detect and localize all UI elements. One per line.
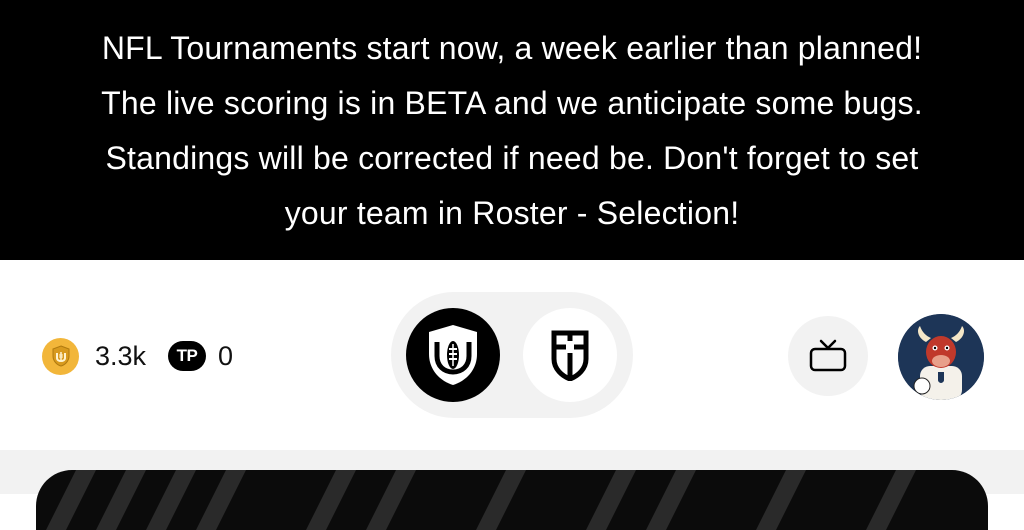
soccer-shield-icon bbox=[551, 330, 589, 381]
content-area bbox=[0, 450, 1024, 530]
top-bar: 3.3k TP 0 bbox=[0, 260, 1024, 450]
tp-balance: 0 bbox=[218, 340, 234, 371]
bull-mascot-avatar bbox=[898, 314, 984, 400]
football-mode-button[interactable] bbox=[406, 308, 500, 402]
tv-button[interactable] bbox=[788, 316, 868, 396]
announcement-line: NFL Tournaments start now, a week earlie… bbox=[101, 30, 923, 66]
shield-coin-icon bbox=[42, 337, 79, 375]
hero-card[interactable] bbox=[36, 470, 988, 530]
football-shield-icon bbox=[429, 325, 477, 385]
announcement-line: Standings will be corrected if need be. … bbox=[105, 140, 919, 176]
hero-pattern bbox=[46, 470, 916, 530]
tv-icon bbox=[809, 339, 847, 372]
soccer-mode-button[interactable] bbox=[523, 308, 617, 402]
announcement-banner: NFL Tournaments start now, a week earlie… bbox=[0, 0, 1024, 260]
announcement-line: The live scoring is in BETA and we antic… bbox=[101, 85, 923, 121]
coin-balance: 3.3k bbox=[95, 340, 147, 371]
user-avatar[interactable] bbox=[898, 314, 984, 400]
announcement-line: your team in Roster - Selection! bbox=[284, 195, 740, 231]
balance-display[interactable]: 3.3k TP 0 bbox=[42, 337, 234, 375]
sport-mode-switch bbox=[391, 292, 633, 418]
tp-badge: TP bbox=[168, 341, 207, 371]
